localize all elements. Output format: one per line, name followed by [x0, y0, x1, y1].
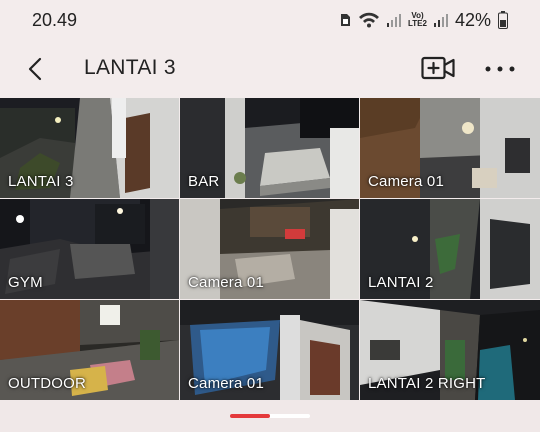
signal-icon [387, 13, 401, 27]
camera-tile[interactable]: Camera 01 [180, 199, 359, 299]
camera-grid: LANTAI 3 BAR Camera 01 GYM Camera 01 LAN… [0, 98, 540, 400]
chevron-left-icon [28, 57, 42, 81]
camera-tile[interactable]: Camera 01 [180, 300, 359, 400]
app-bar: LANTAI 3 [0, 44, 540, 94]
status-bar: 20.49 Vo) LTE2 42% [0, 0, 540, 40]
camera-label: Camera 01 [188, 274, 265, 291]
bottom-bar [0, 400, 540, 432]
back-button[interactable] [20, 54, 50, 84]
page-indicator-active [230, 414, 270, 418]
camera-label: GYM [8, 274, 43, 291]
wifi-icon [358, 12, 380, 28]
camera-tile[interactable]: LANTAI 2 [360, 199, 540, 299]
more-dots-icon [485, 66, 515, 72]
add-camera-icon [421, 56, 455, 80]
camera-label: OUTDOOR [8, 375, 87, 392]
camera-label: Camera 01 [188, 375, 265, 392]
page-title: LANTAI 3 [84, 56, 176, 79]
camera-tile[interactable]: LANTAI 3 [0, 98, 179, 198]
camera-tile[interactable]: Camera 01 [360, 98, 540, 198]
battery-icon [498, 11, 508, 29]
camera-tile[interactable]: GYM [0, 199, 179, 299]
signal-icon [433, 13, 448, 27]
camera-label: LANTAI 3 [8, 173, 74, 190]
battery-percent: 42% [454, 9, 491, 30]
camera-tile[interactable]: OUTDOOR [0, 300, 179, 400]
network-label: Vo) LTE2 [408, 11, 427, 28]
sim-icon [340, 13, 351, 27]
status-time: 20.49 [32, 9, 78, 30]
status-icons: Vo) LTE2 42% [340, 10, 508, 31]
camera-tile[interactable]: BAR [180, 98, 359, 198]
camera-tile[interactable]: LANTAI 2 RIGHT [360, 300, 540, 400]
more-options-button[interactable] [482, 54, 518, 84]
camera-label: LANTAI 2 [368, 274, 434, 291]
camera-label: Camera 01 [368, 173, 445, 190]
camera-label: LANTAI 2 RIGHT [368, 375, 486, 392]
camera-label: BAR [188, 173, 220, 190]
add-camera-button[interactable] [418, 52, 458, 84]
